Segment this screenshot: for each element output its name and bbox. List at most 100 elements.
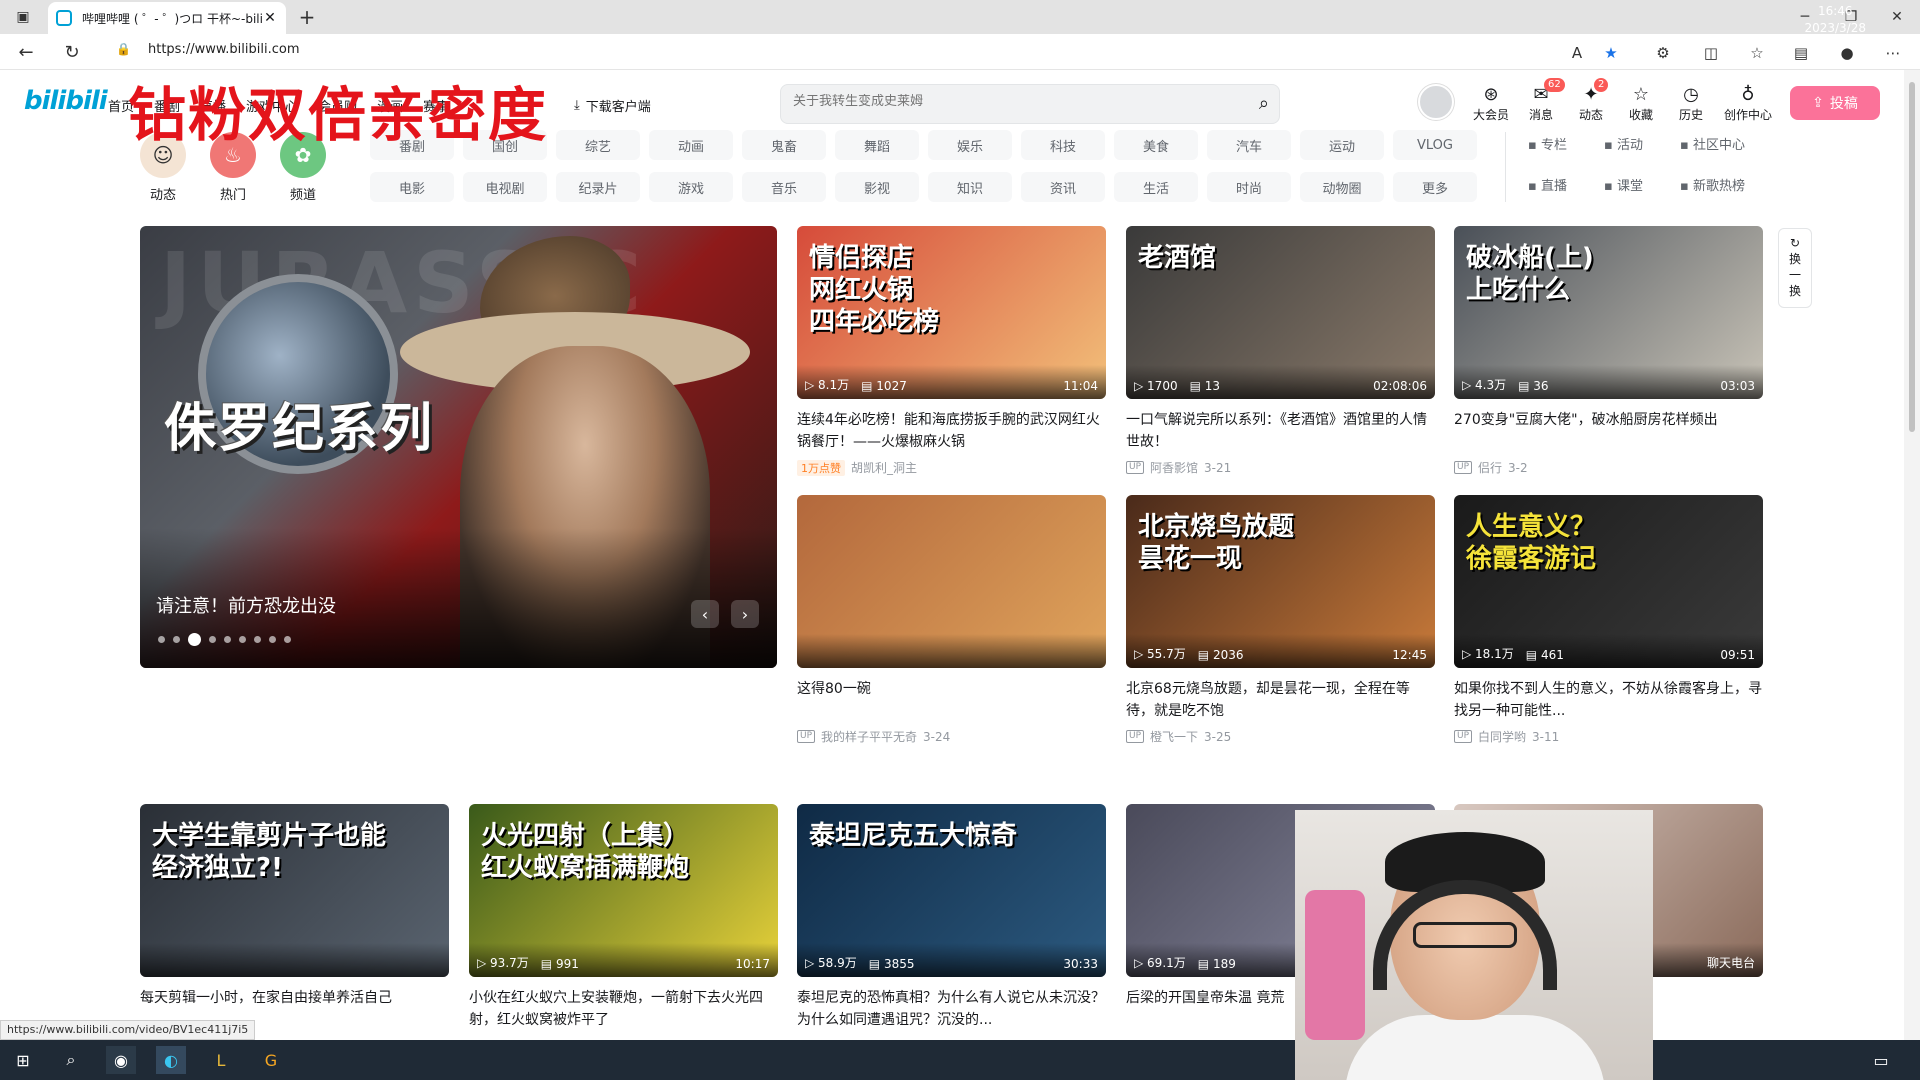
channel-4[interactable]: 鬼畜 xyxy=(742,130,826,160)
banner-dot[interactable] xyxy=(173,636,180,643)
side-link-0[interactable]: 专栏 xyxy=(1528,134,1604,153)
reload-icon[interactable]: ↻ xyxy=(60,40,84,64)
header-vip[interactable]: ⊛ 大会员 xyxy=(1468,84,1514,123)
banner-dot[interactable] xyxy=(254,636,261,643)
video-author[interactable]: 白同学哟 xyxy=(1478,728,1526,745)
new-tab-icon[interactable]: + xyxy=(292,2,322,32)
video-title[interactable]: 泰坦尼克的恐怖真相？为什么有人说它从未沉没？为什么如同遭遇诅咒？沉没的... xyxy=(797,987,1106,1031)
channel-16[interactable]: 音乐 xyxy=(742,172,826,202)
video-thumbnail[interactable]: 人生意义？ 徐霞客游记 ▷ 18.1万 ▤ 461 09:51 xyxy=(1454,495,1763,668)
channel-17[interactable]: 影视 xyxy=(835,172,919,202)
more-menu-icon[interactable]: ⋯ xyxy=(1882,42,1904,64)
channel-5[interactable]: 舞蹈 xyxy=(835,130,919,160)
profile-icon[interactable]: ● xyxy=(1836,42,1858,64)
banner-dot[interactable] xyxy=(188,633,201,646)
video-card[interactable]: 破冰船(上) 上吃什么 ▷ 4.3万 ▤ 36 03:03 270变身"豆腐大佬"，破冰… xyxy=(1454,226,1763,476)
split-screen-icon[interactable]: ◫ xyxy=(1700,42,1722,64)
taskbar-clock[interactable]: 16:46 2023/3/28 xyxy=(1804,3,1866,37)
close-window-icon[interactable]: ✕ xyxy=(1874,0,1920,34)
banner-dot[interactable] xyxy=(269,636,276,643)
read-aloud-icon[interactable]: A xyxy=(1566,42,1588,64)
video-author[interactable]: 阿香影馆 xyxy=(1150,459,1198,476)
app-obs-icon[interactable]: ◉ xyxy=(106,1046,136,1074)
banner-dot[interactable] xyxy=(284,636,291,643)
channel-8[interactable]: 美食 xyxy=(1114,130,1198,160)
video-thumbnail[interactable]: 情侣探店 网红火锅 四年必吃榜 ▷ 8.1万 ▤ 1027 11:04 xyxy=(797,226,1106,399)
search-input[interactable] xyxy=(793,94,1213,109)
video-title[interactable]: 一口气解说完所以系列：《老酒馆》酒馆里的人情世故！ xyxy=(1126,409,1435,453)
video-card[interactable]: 北京烧鸟放题 昙花一现 ▷ 55.7万 ▤ 2036 12:45 北京68元烧鸟放题，却… xyxy=(1126,495,1435,745)
favorites-icon[interactable]: ☆ xyxy=(1746,42,1768,64)
side-link-2[interactable]: 社区中心 xyxy=(1680,134,1776,153)
video-title[interactable]: 小伙在红火蚁穴上安装鞭炮，一箭射下去火光四射，红火蚁窝被炸平了 xyxy=(469,987,778,1031)
banner-caption[interactable]: 请注意！前方恐龙出没 xyxy=(156,592,336,618)
scrollbar-thumb[interactable] xyxy=(1909,82,1915,432)
header-dynamic[interactable]: ✦ 2 动态 xyxy=(1568,78,1614,123)
banner-dot[interactable] xyxy=(209,636,216,643)
page-scrollbar[interactable] xyxy=(1904,70,1920,1040)
app-edge-icon[interactable]: ◐ xyxy=(156,1046,186,1074)
video-title[interactable]: 连续4年必吃榜！能和海底捞扳手腕的武汉网红火锅餐厅！——火爆椒麻火锅 xyxy=(797,409,1106,453)
start-icon[interactable]: ⊞ xyxy=(8,1046,38,1074)
extensions-icon[interactable]: ⚙ xyxy=(1652,42,1674,64)
channel-10[interactable]: 运动 xyxy=(1300,130,1384,160)
channel-6[interactable]: 娱乐 xyxy=(928,130,1012,160)
refresh-button[interactable]: ↻ 换一换 xyxy=(1778,228,1812,308)
upload-button[interactable]: ⇪ 投稿 xyxy=(1790,86,1880,120)
video-card[interactable]: 这得80一碗 UP 我的样子平平无奇 3-24 xyxy=(797,495,1106,745)
banner-dot[interactable] xyxy=(224,636,231,643)
channel-22[interactable]: 动物圈 xyxy=(1300,172,1384,202)
video-author[interactable]: 胡凯利_洞主 xyxy=(851,459,917,476)
video-author[interactable]: 橙飞一下 xyxy=(1150,728,1198,745)
banner-dot[interactable] xyxy=(158,636,165,643)
channel-13[interactable]: 电视剧 xyxy=(463,172,547,202)
video-thumbnail[interactable]: 火光四射（上集） 红火蚁窝插满鞭炮 ▷ 93.7万 ▤ 991 10:17 xyxy=(469,804,778,977)
download-client-link[interactable]: ⤓ 下载客户端 xyxy=(574,96,651,115)
video-thumbnail[interactable]: 老酒馆 ▷ 1700 ▤ 13 02:08:06 xyxy=(1126,226,1435,399)
banner-next-button[interactable]: › xyxy=(731,600,759,628)
video-thumbnail[interactable]: 大学生靠剪片子也能 经济独立?! xyxy=(140,804,449,977)
channel-15[interactable]: 游戏 xyxy=(649,172,733,202)
side-link-4[interactable]: 课堂 xyxy=(1604,175,1680,194)
video-card[interactable]: 大学生靠剪片子也能 经济独立?! 每天剪辑一小时，在家自由接单养活自己 xyxy=(140,804,449,1031)
favorite-star-icon[interactable]: ★ xyxy=(1600,42,1622,64)
app-g-icon[interactable]: G xyxy=(256,1046,286,1074)
channel-7[interactable]: 科技 xyxy=(1021,130,1105,160)
bilibili-logo[interactable]: bilibili xyxy=(24,86,108,116)
side-link-5[interactable]: 新歌热榜 xyxy=(1680,175,1776,194)
banner-carousel[interactable]: JURASSIC 侏罗纪系列 请注意！前方恐龙出没 ‹ › xyxy=(140,226,777,668)
user-avatar[interactable] xyxy=(1418,84,1454,120)
video-title[interactable]: 270变身"豆腐大佬"，破冰船厨房花样频出 xyxy=(1454,409,1763,453)
video-thumbnail[interactable] xyxy=(797,495,1106,668)
video-author[interactable]: 我的样子平平无奇 xyxy=(821,728,917,745)
close-tab-icon[interactable]: ✕ xyxy=(262,10,278,26)
video-card[interactable]: 人生意义？ 徐霞客游记 ▷ 18.1万 ▤ 461 09:51 如果你找不到人生的意义，… xyxy=(1454,495,1763,745)
tab-actions-icon[interactable]: ▣ xyxy=(0,0,46,34)
search-icon[interactable]: ⌕ xyxy=(1259,93,1269,114)
video-thumbnail[interactable]: 泰坦尼克五大惊奇 ▷ 58.9万 ▤ 3855 30:33 xyxy=(797,804,1106,977)
channel-20[interactable]: 生活 xyxy=(1114,172,1198,202)
channel-2[interactable]: 综艺 xyxy=(556,130,640,160)
collections-icon[interactable]: ▤ xyxy=(1790,42,1812,64)
channel-18[interactable]: 知识 xyxy=(928,172,1012,202)
video-card[interactable]: 火光四射（上集） 红火蚁窝插满鞭炮 ▷ 93.7万 ▤ 991 10:17 小伙在红火蚁… xyxy=(469,804,778,1031)
channel-11[interactable]: VLOG xyxy=(1393,130,1477,160)
side-link-3[interactable]: 直播 xyxy=(1528,175,1604,194)
channel-21[interactable]: 时尚 xyxy=(1207,172,1291,202)
header-message[interactable]: ✉ 62 消息 xyxy=(1518,78,1565,123)
browser-tab[interactable]: 哔哩哔哩 ( ゜- ゜)つロ 干杯~-bilibili ✕ xyxy=(48,2,286,34)
header-favorites[interactable]: ☆ 收藏 xyxy=(1618,84,1664,123)
channel-14[interactable]: 纪录片 xyxy=(556,172,640,202)
video-card[interactable]: 老酒馆 ▷ 1700 ▤ 13 02:08:06 一口气解说完所以系列：《老酒馆》酒馆里… xyxy=(1126,226,1435,476)
banner-prev-button[interactable]: ‹ xyxy=(691,600,719,628)
banner-dot[interactable] xyxy=(239,636,246,643)
url-field[interactable]: https://www.bilibili.com xyxy=(148,42,300,57)
video-card[interactable]: 泰坦尼克五大惊奇 ▷ 58.9万 ▤ 3855 30:33 泰坦尼克的恐怖真相？为什么有… xyxy=(797,804,1106,1031)
search-box[interactable]: ⌕ xyxy=(780,84,1280,124)
video-title[interactable]: 这得80一碗 xyxy=(797,678,1106,722)
notification-icon[interactable]: ▭ xyxy=(1866,1046,1896,1074)
video-author[interactable]: 侣行 xyxy=(1478,459,1502,476)
app-lol-icon[interactable]: L xyxy=(206,1046,236,1074)
channel-23[interactable]: 更多 xyxy=(1393,172,1477,202)
video-thumbnail[interactable]: 破冰船(上) 上吃什么 ▷ 4.3万 ▤ 36 03:03 xyxy=(1454,226,1763,399)
